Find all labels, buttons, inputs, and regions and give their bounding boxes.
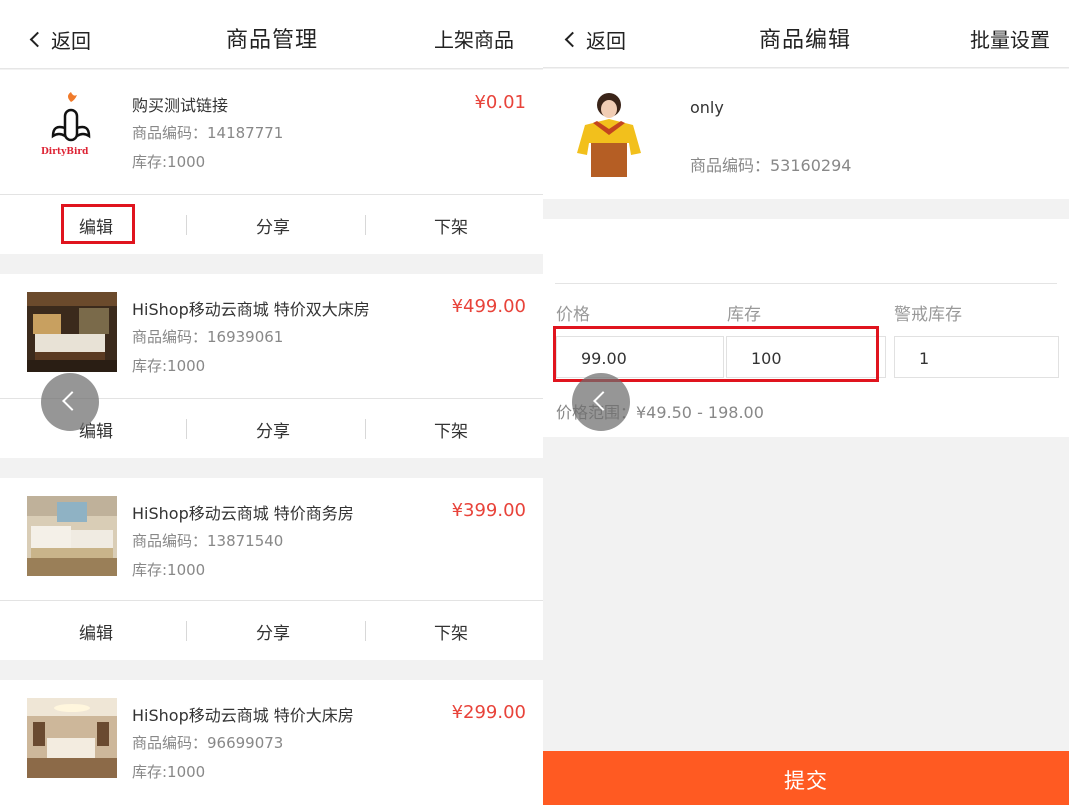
- header: 返回 商品编辑 批量设置: [543, 0, 1069, 68]
- hotel-room-photo-icon: [27, 698, 117, 778]
- product-stock: 库存:1000: [132, 153, 206, 171]
- divider: [186, 215, 187, 235]
- back-label: 返回: [586, 29, 626, 53]
- product-stock: 库存:1000: [132, 561, 206, 579]
- divider: [186, 419, 187, 439]
- product-price: ¥299.00: [451, 702, 526, 723]
- product-card: DirtyBird 购买测试链接 商品编码：14187771 库存:1000 ¥…: [0, 70, 543, 254]
- product-name: HiShop移动云商城 特价双大床房: [132, 300, 370, 319]
- share-button[interactable]: 分享: [256, 619, 290, 644]
- product-edit-screen: 返回 商品编辑 批量设置 only 商品编码：53160294 价格 库存 警戒…: [543, 0, 1069, 805]
- share-button[interactable]: 分享: [256, 213, 290, 238]
- product-price: ¥499.00: [451, 296, 526, 317]
- alert-stock-label: 警戒库存: [894, 305, 962, 325]
- back-button[interactable]: 返回: [563, 25, 626, 54]
- back-button[interactable]: 返回: [28, 25, 91, 54]
- product-code: 商品编码：16939061: [132, 328, 284, 346]
- product-stock: 库存:1000: [132, 763, 206, 781]
- price-label: 价格: [556, 305, 590, 325]
- product-card: HiShop移动云商城 特价双大床房 商品编码：16939061 库存:1000…: [0, 274, 543, 458]
- delist-button[interactable]: 下架: [434, 417, 468, 442]
- product-code: 商品编码：14187771: [132, 124, 284, 142]
- product-actions: 编辑 分享 下架: [0, 600, 543, 660]
- product-code: 商品编码：53160294: [690, 156, 852, 175]
- highlight-box: [61, 204, 135, 244]
- product-name: HiShop移动云商城 特价商务房: [132, 504, 354, 523]
- hotel-room-photo-icon: [27, 496, 117, 576]
- product-name: 购买测试链接: [132, 96, 229, 115]
- product-name: HiShop移动云商城 特价大床房: [132, 706, 354, 725]
- add-product-button[interactable]: 上架商品: [434, 24, 514, 53]
- divider: [186, 621, 187, 641]
- product-card: HiShop移动云商城 特价大床房 商品编码：96699073 库存:1000 …: [0, 680, 543, 805]
- stock-label: 库存: [727, 305, 761, 325]
- delist-button[interactable]: 下架: [434, 213, 468, 238]
- sweater-model-photo-icon: [563, 91, 653, 177]
- submit-button[interactable]: 提交: [543, 751, 1069, 805]
- product-name: only: [690, 98, 724, 117]
- floating-back-button[interactable]: [41, 373, 99, 431]
- product-price: ¥0.01: [474, 92, 526, 113]
- chevron-left-icon: [564, 31, 581, 48]
- product-code: 商品编码：96699073: [132, 734, 284, 752]
- product-management-screen: 返回 商品管理 上架商品 DirtyBird 购买测试链接 商品编码：14187…: [0, 0, 543, 805]
- chevron-left-icon: [62, 391, 82, 411]
- batch-settings-button[interactable]: 批量设置: [970, 24, 1050, 53]
- chevron-left-icon: [29, 31, 46, 48]
- product-card: HiShop移动云商城 特价商务房 商品编码：13871540 库存:1000 …: [0, 478, 543, 660]
- product-summary: only 商品编码：53160294: [543, 69, 1069, 199]
- alert-stock-input[interactable]: 1: [894, 336, 1059, 378]
- product-stock: 库存:1000: [132, 357, 206, 375]
- divider: [365, 419, 366, 439]
- floating-back-button[interactable]: [572, 373, 630, 431]
- product-price: ¥399.00: [451, 500, 526, 521]
- header: 返回 商品管理 上架商品: [0, 0, 543, 69]
- delist-button[interactable]: 下架: [434, 619, 468, 644]
- edit-button[interactable]: 编辑: [79, 619, 113, 644]
- divider: [555, 283, 1057, 284]
- divider: [365, 621, 366, 641]
- back-label: 返回: [51, 29, 91, 53]
- page-title: 商品编辑: [759, 28, 852, 53]
- screenshot-stage: 返回 商品管理 上架商品 DirtyBird 购买测试链接 商品编码：14187…: [0, 0, 1069, 805]
- chevron-left-icon: [593, 391, 613, 411]
- share-button[interactable]: 分享: [256, 417, 290, 442]
- logo-text: DirtyBird: [41, 147, 89, 157]
- dirtybird-logo-icon: DirtyBird: [27, 88, 117, 168]
- product-code: 商品编码：13871540: [132, 532, 284, 550]
- page-title: 商品管理: [226, 28, 319, 53]
- divider: [365, 215, 366, 235]
- hotel-room-photo-icon: [27, 292, 117, 372]
